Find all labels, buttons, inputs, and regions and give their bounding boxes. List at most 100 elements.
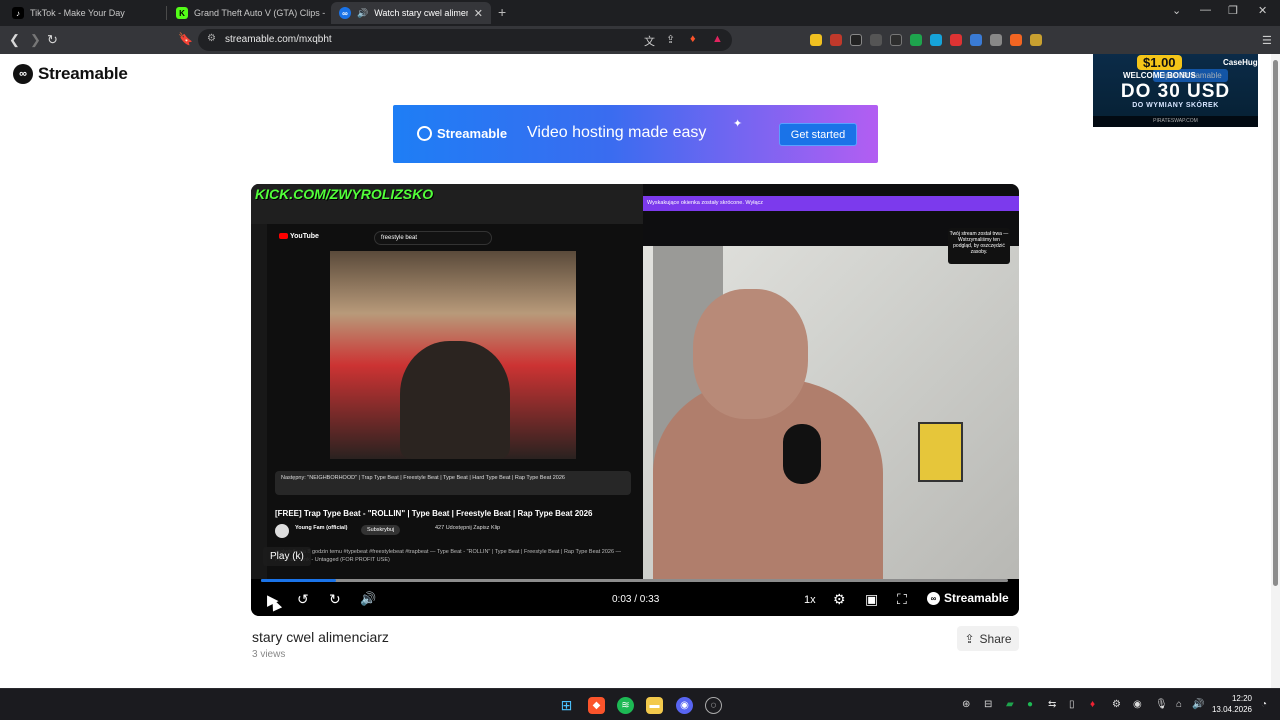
ad-amount: $1.00	[1137, 55, 1182, 70]
site-info-icon[interactable]: ⚙	[207, 33, 216, 44]
back-button[interactable]: ❮	[9, 32, 20, 48]
streamable-player-brand[interactable]: ∞ Streamable	[927, 591, 1009, 605]
captured-sidebar	[251, 224, 267, 579]
microphone-icon[interactable]: 🎙	[1155, 699, 1168, 710]
minimize-button[interactable]: —	[1200, 4, 1211, 16]
tray-icon[interactable]: ▰	[1006, 699, 1014, 710]
volume-tray-icon[interactable]: 🔊	[1192, 699, 1204, 710]
tab-title: Grand Theft Auto V (GTA) Clips - Kick	[194, 8, 326, 18]
clock-date: 13.04.2026	[1211, 705, 1252, 714]
close-window-button[interactable]: ✕	[1258, 4, 1267, 17]
extension-icon[interactable]	[870, 34, 882, 46]
tray-icon[interactable]: ♦	[1090, 699, 1095, 710]
youtube-search: freestyle beat	[374, 231, 492, 245]
video-player[interactable]: KICK.COM/ZWYROLIZSKO YouTube freestyle b…	[251, 184, 1019, 616]
tiktok-icon: ♪	[12, 7, 24, 19]
player-brand-text: Streamable	[944, 591, 1009, 605]
extension-icon[interactable]	[1010, 34, 1022, 46]
kick-icon: K	[176, 7, 188, 19]
youtube-channel-name: Young Fam (official)	[295, 525, 348, 531]
notification-icon[interactable]: ◔	[1261, 699, 1267, 710]
extension-icon[interactable]	[810, 34, 822, 46]
steam-tray-icon[interactable]: ⚙	[1112, 699, 1121, 710]
promo-banner[interactable]: Streamable Video hosting made easy ✦ Get…	[393, 105, 878, 163]
warning-sign	[918, 422, 963, 482]
ad-headline: DO 30 USD	[1120, 81, 1231, 102]
get-started-button[interactable]: Get started	[779, 123, 857, 146]
tab-search-icon[interactable]: ⌄	[1172, 4, 1181, 17]
extension-icon[interactable]	[890, 34, 902, 46]
picture-in-picture-icon[interactable]: ▣	[865, 592, 878, 607]
tab-separator	[166, 6, 167, 20]
tab-kick[interactable]: K Grand Theft Auto V (GTA) Clips - Kick	[168, 2, 326, 24]
volume-icon[interactable]: 🔊	[360, 591, 376, 606]
extension-icon[interactable]	[830, 34, 842, 46]
discord-icon[interactable]: ◉	[676, 697, 693, 714]
share-page-icon[interactable]: ⇪	[666, 33, 675, 46]
avatar	[275, 524, 289, 538]
extension-icon[interactable]	[1030, 34, 1042, 46]
extension-icon[interactable]	[990, 34, 1002, 46]
rewind-icon[interactable]: ↺	[297, 592, 309, 607]
time-display: 0:03 / 0:33	[612, 594, 660, 605]
streamable-icon: ∞	[339, 7, 351, 19]
system-clock[interactable]: 12:20 13.04.2026	[1208, 693, 1252, 715]
tray-icon[interactable]: ⊟	[984, 699, 992, 710]
settings-gear-icon[interactable]: ⚙	[833, 592, 846, 607]
scrollbar-thumb[interactable]	[1273, 60, 1278, 586]
youtube-next-up: Następny: "NEIGHBORHOOD" | Trap Type Bea…	[275, 471, 631, 495]
share-icon: ⇪	[964, 631, 975, 646]
bookmark-icon[interactable]: 🔖	[178, 32, 193, 46]
play-tooltip: Play (k)	[263, 547, 311, 566]
microphone	[783, 424, 821, 484]
address-bar[interactable]: ⚙ streamable.com/mxqbht 文 ⇪ ♦ ▲	[198, 29, 732, 51]
tray-icon[interactable]: ⇆	[1048, 699, 1056, 710]
youtube-video-frame	[330, 251, 576, 459]
extension-icon[interactable]	[970, 34, 982, 46]
windows-start-icon[interactable]: ⊞	[558, 697, 575, 714]
extension-icon[interactable]	[930, 34, 942, 46]
extension-icon[interactable]	[950, 34, 962, 46]
reload-button[interactable]: ↻	[47, 32, 58, 48]
playback-speed[interactable]: 1x	[804, 594, 816, 606]
ad-bonus: WELCOME BONUS	[1123, 71, 1196, 80]
maximize-button[interactable]: ❐	[1228, 4, 1238, 17]
forward-icon[interactable]: ↻	[329, 592, 341, 607]
translate-icon[interactable]: 文	[644, 33, 655, 49]
progress-fill	[261, 579, 336, 582]
clock-time: 12:20	[1231, 694, 1252, 703]
video-frame-right: Wyskakujące okienka zostały skrócone. Wy…	[643, 184, 1019, 579]
fullscreen-icon[interactable]: ⛶	[897, 592, 907, 607]
tab-tiktok[interactable]: ♪ TikTok - Make Your Day	[4, 2, 164, 24]
brave-rewards-icon[interactable]: ▲	[712, 33, 723, 45]
progress-bar[interactable]	[261, 579, 1008, 582]
person-head	[693, 289, 808, 419]
browser-tabbar: ♪ TikTok - Make Your Day K Grand Theft A…	[0, 0, 1280, 26]
spotify-tray-icon[interactable]: ●	[1027, 699, 1033, 710]
obs-icon[interactable]: ◌	[705, 697, 722, 714]
forward-button[interactable]: ❯	[30, 32, 41, 48]
casino-ad[interactable]: Open Streamable $1.00 WELCOME BONUS Case…	[1093, 54, 1258, 127]
youtube-channel-row: Young Fam (official) Subskrybuj 427 Udos…	[275, 522, 635, 542]
streamable-logo-icon: ∞	[13, 64, 33, 84]
tray-icon[interactable]: ⊛	[962, 699, 970, 710]
new-tab-button[interactable]: +	[498, 4, 506, 20]
extension-icon[interactable]	[850, 34, 862, 46]
brave-browser-icon[interactable]: ◆	[588, 697, 605, 714]
discord-tray-icon[interactable]: ◉	[1133, 699, 1142, 710]
streamable-logo-icon	[417, 126, 432, 141]
taskbar: ⊞ ◆ ≋ ▬ ◉ ◌ ⊛ ⊟ ▰ ● ⇆ ▯ ♦ ⚙ ◉ 🎙 ⌂ 🔊 12:2…	[0, 688, 1280, 720]
file-explorer-icon[interactable]: ▬	[646, 697, 663, 714]
tray-icon[interactable]: ▯	[1069, 699, 1075, 710]
youtube-description: wyświetlenia 8 godzin temu #typebeat #fr…	[275, 549, 622, 563]
close-tab-icon[interactable]: ✕	[474, 7, 483, 20]
share-button[interactable]: ⇪ Share	[957, 626, 1019, 651]
network-icon[interactable]: ⌂	[1176, 699, 1182, 710]
extension-icon[interactable]	[910, 34, 922, 46]
spotify-icon[interactable]: ≋	[617, 697, 634, 714]
streamable-logo[interactable]: ∞ Streamable	[13, 64, 128, 84]
view-count: 3 views	[252, 649, 286, 660]
menu-icon[interactable]: ☰	[1262, 34, 1274, 47]
brave-shields-icon[interactable]: ♦	[690, 33, 696, 45]
tab-streamable[interactable]: ∞ 🔊 Watch stary cwel alimenciarz ✕	[331, 2, 491, 24]
